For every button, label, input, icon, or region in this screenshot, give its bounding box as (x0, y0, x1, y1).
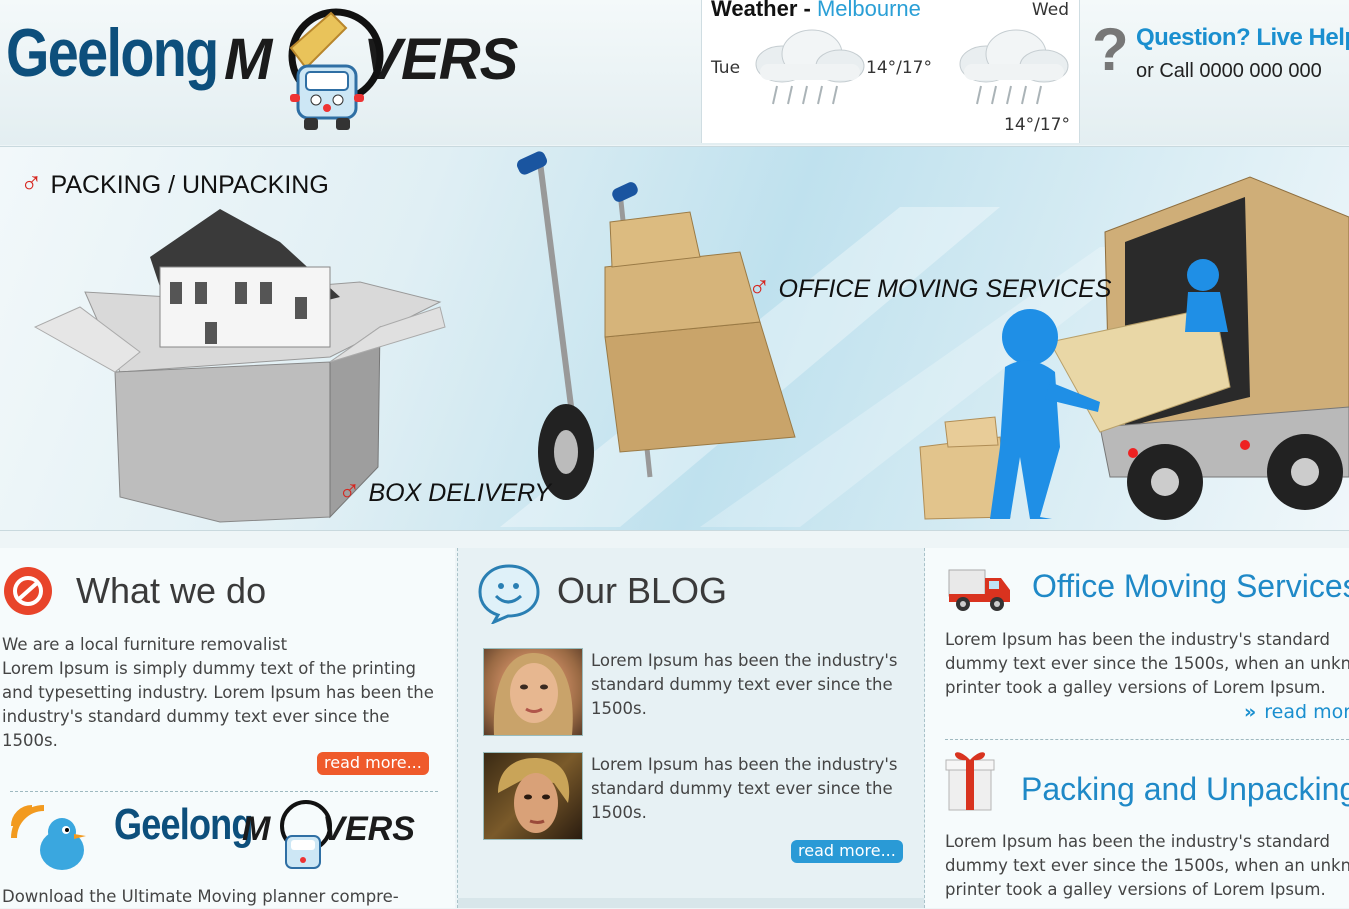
blog-post-line: standard dummy text ever since the (591, 675, 893, 694)
read-more-button[interactable]: read more... (317, 752, 429, 775)
what-we-do-line: Lorem Ipsum is simply dummy text of the … (2, 659, 416, 678)
site-logo-small[interactable]: Geelong M VERS (114, 798, 415, 878)
blog-section: Our BLOG Lorem Ipsum has been the indust… (457, 548, 925, 908)
male-symbol-icon: ♂ (20, 167, 43, 200)
site-logo[interactable]: Geelong M VERS (6, 8, 526, 138)
what-we-do-line: We are a local furniture removalist (2, 635, 288, 654)
weather-widget: Weather - Melbourne Tue Wed 14°/17° 14°/… (701, 0, 1080, 143)
blog-post-line: 1500s. (591, 803, 647, 822)
person-portrait-icon (498, 758, 570, 833)
office-moving-line: Lorem Ipsum has been the industry's stan… (945, 630, 1330, 649)
person-portrait-icon (493, 653, 573, 735)
live-help-link[interactable]: Question? Live Help (1136, 24, 1349, 52)
lifebuoy-icon (4, 567, 52, 615)
weather-day-1: Tue (711, 58, 741, 78)
divider (945, 739, 1349, 740)
office-moving-line: printer took a galley versions of Lorem … (945, 678, 1326, 697)
gift-icon (945, 752, 995, 811)
divider (10, 791, 438, 792)
section-footer-bar (458, 898, 924, 908)
office-moving-title[interactable]: Office Moving Services (1032, 568, 1349, 605)
double-chevron-right-icon: » (1244, 701, 1257, 723)
hero-banner: ♂ PACKING / UNPACKING ♂ OFFICE MOVING SERV… (0, 146, 1349, 531)
blog-post-line: standard dummy text ever since the (591, 779, 893, 798)
blog-read-more-button[interactable]: read more... (791, 840, 903, 863)
red-truck-icon (948, 569, 1010, 611)
blog-title: Our BLOG (557, 570, 728, 611)
packing-line: printer took a galley versions of Lorem … (945, 880, 1326, 899)
male-symbol-icon: ♂ (748, 271, 771, 304)
banner-illustration (33, 151, 1349, 527)
truck-mascot-icon (280, 800, 332, 869)
male-symbol-icon: ♂ (338, 475, 361, 508)
rain-cloud-icon (755, 29, 865, 105)
weather-temp-2: 14°/17° (1004, 115, 1070, 135)
banner-label-office[interactable]: ♂ OFFICE MOVING SERVICES (748, 271, 1111, 305)
packing-title[interactable]: Packing and Unpacking (1021, 771, 1349, 808)
logo-text-geelong: Geelong (6, 15, 219, 91)
logo-text-geelong: Geelong (114, 800, 253, 849)
services-section: Office Moving Services Lorem Ipsum has b… (925, 548, 1349, 908)
banner-label-packing[interactable]: ♂ PACKING / UNPACKING (20, 167, 329, 201)
live-help: ? Question? Live Help or Call 0000 000 0… (1092, 20, 1349, 90)
rain-cloud-icon (959, 29, 1069, 105)
weather-day-2: Wed (1031, 0, 1069, 20)
blog-thumbnail[interactable] (483, 752, 583, 840)
office-moving-line: dummy text ever since the 1500s, when an… (945, 654, 1349, 673)
weather-title: Weather - Melbourne (711, 0, 921, 22)
blog-post-line: Lorem Ipsum has been the industry's (591, 755, 898, 774)
blog-thumbnail[interactable] (483, 648, 583, 736)
weather-city[interactable]: Melbourne (817, 0, 921, 21)
chat-smiley-icon (478, 564, 540, 624)
twitter-bird-rss-icon (11, 805, 86, 870)
what-we-do-section: What we do We are a local furniture remo… (0, 548, 455, 908)
blog-post-line: 1500s. (591, 699, 647, 718)
what-we-do-line: 1500s. (2, 731, 58, 750)
what-we-do-line: and typesetting industry. Lorem Ipsum ha… (2, 683, 434, 702)
truck-mascot-icon (288, 8, 384, 130)
blog-post-line: Lorem Ipsum has been the industry's (591, 651, 898, 670)
question-mark-icon: ? (1092, 16, 1129, 83)
site-header: Geelong M VERS Weather - Melbourne Tue We… (0, 0, 1349, 145)
what-we-do-title: What we do (76, 570, 267, 611)
banner-label-box[interactable]: ♂ BOX DELIVERY (338, 475, 551, 509)
weather-temp-1: 14°/17° (866, 58, 932, 78)
office-read-more-link[interactable]: »read more (1244, 701, 1349, 723)
call-number: or Call 0000 000 000 (1136, 60, 1322, 82)
what-we-do-line: industry's standard dummy text ever sinc… (2, 707, 390, 726)
packing-line: dummy text ever since the 1500s, when an… (945, 856, 1349, 875)
packing-line: Lorem Ipsum has been the industry's stan… (945, 832, 1330, 851)
download-planner-text: Download the Ultimate Moving planner com… (2, 887, 399, 906)
